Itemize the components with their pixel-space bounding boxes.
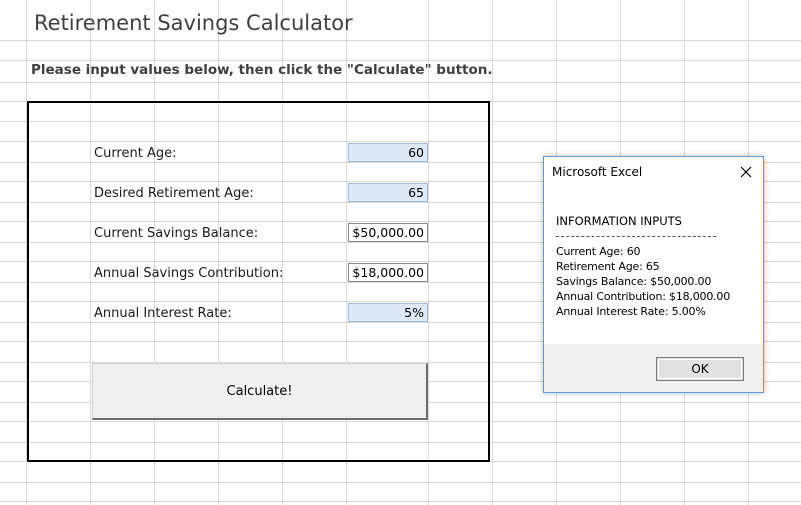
dialog-divider [556,236,716,237]
interest-rate-input[interactable]: 5% [348,303,428,322]
savings-balance-label: Current Savings Balance: [94,226,259,241]
page-title: Retirement Savings Calculator [34,11,353,35]
ok-button[interactable]: OK [656,357,744,381]
dialog-line-retirement-age: Retirement Age: 65 [556,260,660,273]
instructions-text: Please input values below, then click th… [31,62,493,78]
retirement-age-input[interactable]: 65 [348,183,428,202]
dialog-heading: INFORMATION INPUTS [556,214,682,228]
dialog-titlebar: Microsoft Excel [544,157,763,187]
dialog-line-savings-balance: Savings Balance: $50,000.00 [556,275,712,288]
dialog-line-annual-contribution: Annual Contribution: $18,000.00 [556,290,731,303]
dialog-message: INFORMATION INPUTS Current Age: 60 Retir… [544,187,763,344]
current-age-label: Current Age: [94,146,177,161]
savings-balance-input[interactable]: $50,000.00 [348,223,428,242]
dialog-line-interest-rate: Annual Interest Rate: 5.00% [556,305,706,318]
annual-contribution-input[interactable]: $18,000.00 [348,263,428,282]
annual-contribution-label: Annual Savings Contribution: [94,266,284,281]
close-icon[interactable] [733,160,759,184]
dialog-line-current-age: Current Age: 60 [556,245,641,258]
calculate-button[interactable]: Calculate! [92,363,428,420]
current-age-input[interactable]: 60 [348,143,428,162]
retirement-age-label: Desired Retirement Age: [94,186,254,201]
dialog-title: Microsoft Excel [552,165,643,179]
interest-rate-label: Annual Interest Rate: [94,306,232,321]
information-dialog: Microsoft Excel INFORMATION INPUTS Curre… [543,156,764,393]
